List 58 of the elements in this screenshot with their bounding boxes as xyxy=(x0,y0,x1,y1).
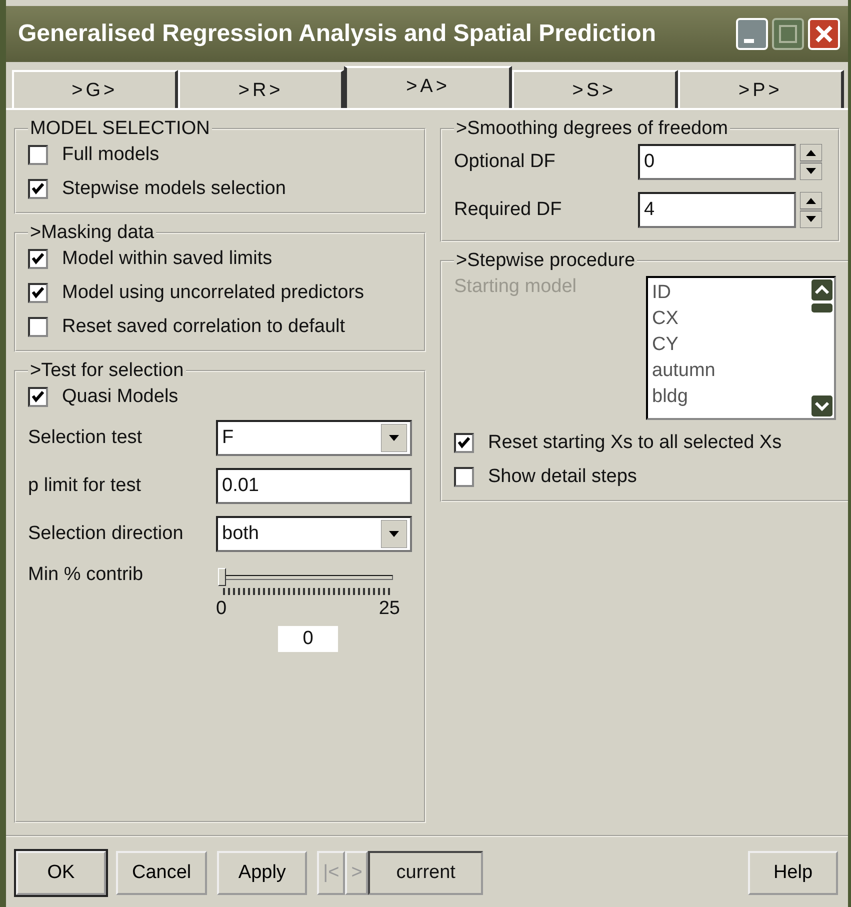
checkbox[interactable] xyxy=(28,249,48,269)
tab[interactable]: >G> xyxy=(12,70,178,108)
slider-thumb[interactable] xyxy=(218,568,226,586)
checkbox-label: Stepwise models selection xyxy=(62,178,286,200)
checkbox-label: Show detail steps xyxy=(488,466,637,488)
dialog-button[interactable]: Apply xyxy=(217,851,308,895)
tab[interactable]: >P> xyxy=(678,70,844,108)
spin-buttons-icon[interactable] xyxy=(800,192,822,228)
spin-field[interactable]: 0 xyxy=(638,144,796,180)
checkbox-label: Reset starting Xs to all selected Xs xyxy=(488,432,782,454)
checkbox-label: Full models xyxy=(62,144,160,166)
checkbox[interactable] xyxy=(28,317,48,337)
group-title: MODEL SELECTION xyxy=(29,118,211,140)
group-title: >Smoothing degrees of freedom xyxy=(455,118,729,140)
spin-buttons-icon[interactable] xyxy=(800,144,822,180)
field-label: Required DF xyxy=(454,199,563,221)
tab[interactable]: >R> xyxy=(178,70,344,108)
scroll-down-icon[interactable] xyxy=(810,394,834,418)
minimize-icon[interactable] xyxy=(736,18,768,50)
checkbox[interactable] xyxy=(454,433,474,453)
group-title: >Test for selection xyxy=(29,360,185,382)
tab[interactable]: >S> xyxy=(512,70,678,108)
close-icon[interactable] xyxy=(808,18,840,50)
dialog-button[interactable]: Cancel xyxy=(116,851,208,895)
group-title: >Stepwise procedure xyxy=(455,250,636,272)
checkbox[interactable] xyxy=(28,145,48,165)
record-display: current xyxy=(368,851,484,895)
scroll-up-icon[interactable] xyxy=(810,278,834,302)
group-title: >Masking data xyxy=(29,222,156,244)
field-label: Selection direction xyxy=(28,523,184,545)
checkbox[interactable] xyxy=(28,179,48,199)
tab[interactable]: >A> xyxy=(344,66,512,108)
field-label: p limit for test xyxy=(28,475,142,497)
slider-label: Min % contrib xyxy=(28,564,144,586)
field-label: Selection test xyxy=(28,427,144,449)
dropdown-arrow-icon[interactable] xyxy=(381,520,407,548)
checkbox[interactable] xyxy=(28,283,48,303)
window-title: Generalised Regression Analysis and Spatial Prediction xyxy=(18,20,657,48)
slider-max: 25 xyxy=(378,598,400,620)
checkbox-label: Quasi Models xyxy=(62,386,178,408)
slider-track[interactable] xyxy=(220,568,396,586)
spin-field[interactable]: 4 xyxy=(638,192,796,228)
checkbox-label: Model using uncorrelated predictors xyxy=(62,282,364,304)
dropdown[interactable]: F xyxy=(216,420,412,456)
dropdown[interactable]: both xyxy=(216,516,412,552)
slider-value: 0 xyxy=(278,626,338,652)
help-button[interactable]: Help xyxy=(748,851,838,895)
checkbox[interactable] xyxy=(454,467,474,487)
list-label: Starting model xyxy=(454,276,578,298)
slider-min: 0 xyxy=(216,598,227,620)
field-label: Optional DF xyxy=(454,151,556,173)
dropdown-arrow-icon[interactable] xyxy=(381,424,407,452)
checkbox[interactable] xyxy=(28,387,48,407)
scrollbar-thumb[interactable] xyxy=(810,302,834,314)
input-field[interactable]: 0.01 xyxy=(216,468,412,504)
dialog-button[interactable]: OK xyxy=(16,851,106,895)
checkbox-label: Model within saved limits xyxy=(62,248,272,270)
checkbox-label: Reset saved correlation to default xyxy=(62,316,346,338)
